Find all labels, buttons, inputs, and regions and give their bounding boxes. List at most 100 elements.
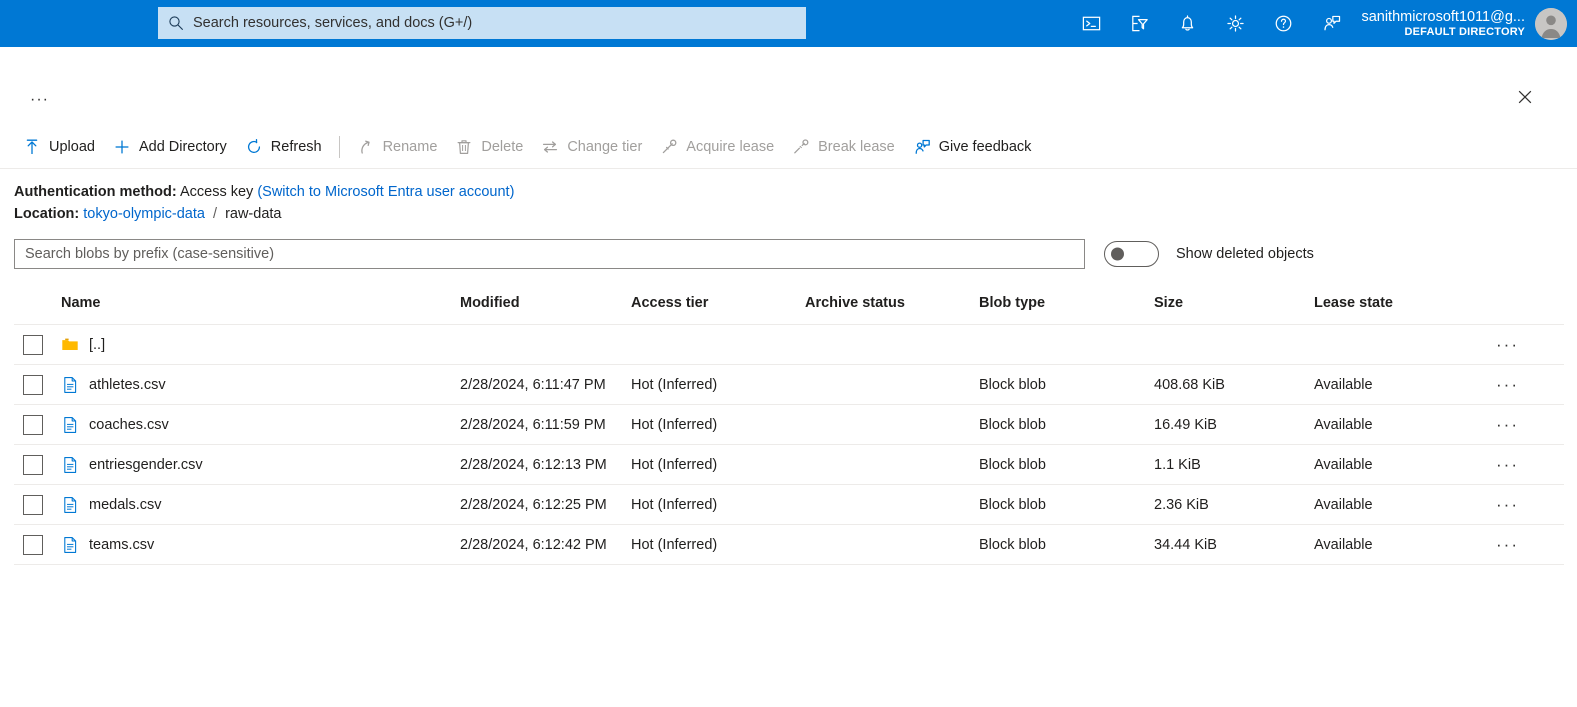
blob-prefix-search-input[interactable]	[14, 239, 1085, 269]
column-header-modified[interactable]: Modified	[460, 295, 631, 325]
global-search-box[interactable]: Search resources, services, and docs (G+…	[158, 7, 806, 39]
row-name[interactable]: medals.csv	[89, 497, 162, 513]
row-size	[1154, 324, 1314, 365]
delete-label: Delete	[481, 138, 524, 155]
blob-table-container: Name Modified Access tier Archive status…	[0, 295, 1577, 565]
help-question-icon[interactable]	[1259, 0, 1307, 47]
select-all-header	[14, 295, 61, 325]
row-more-options-icon[interactable]: ···	[1494, 495, 1519, 514]
row-lease-state: Available	[1314, 484, 1494, 525]
row-more-options-icon[interactable]: ···	[1494, 335, 1519, 354]
authentication-method-label: Authentication method:	[14, 184, 177, 200]
add-directory-button[interactable]: Add Directory	[104, 129, 236, 165]
search-icon	[168, 15, 184, 31]
row-name[interactable]: [..]	[89, 337, 105, 353]
row-menu-cell: ···	[1494, 484, 1564, 525]
blade-breadcrumb-more[interactable]: ···	[30, 92, 49, 108]
row-name[interactable]: entriesgender.csv	[89, 457, 203, 473]
row-modified: 2/28/2024, 6:12:42 PM	[460, 524, 631, 565]
row-checkbox[interactable]	[23, 534, 43, 555]
change-tier-label: Change tier	[567, 138, 643, 155]
lease-key-icon	[660, 138, 678, 156]
show-deleted-objects-toggle[interactable]	[1104, 241, 1159, 267]
notifications-bell-icon[interactable]	[1163, 0, 1211, 47]
location-container-link[interactable]: tokyo-olympic-data	[83, 206, 205, 222]
break-lease-button[interactable]: Break lease	[783, 129, 904, 165]
settings-gear-icon[interactable]	[1211, 0, 1259, 47]
row-name-cell: athletes.csv	[61, 364, 460, 405]
blob-container-blade: ··· Upload Add Directory Refresh Rename …	[0, 47, 1577, 565]
give-feedback-button[interactable]: Give feedback	[904, 129, 1041, 165]
add-directory-label: Add Directory	[138, 138, 227, 155]
column-header-access-tier[interactable]: Access tier	[631, 295, 805, 325]
refresh-button[interactable]: Refresh	[236, 129, 331, 165]
change-tier-button[interactable]: Change tier	[532, 129, 651, 165]
acquire-lease-button[interactable]: Acquire lease	[651, 129, 783, 165]
row-name-cell: coaches.csv	[61, 404, 460, 445]
row-modified: 2/28/2024, 6:12:25 PM	[460, 484, 631, 525]
row-modified: 2/28/2024, 6:11:47 PM	[460, 364, 631, 405]
row-blob-type: Block blob	[979, 484, 1154, 525]
row-archive-status	[805, 444, 979, 485]
row-more-options-icon[interactable]: ···	[1494, 455, 1519, 474]
table-row[interactable]: coaches.csv 2/28/2024, 6:11:59 PM Hot (I…	[14, 404, 1564, 445]
rename-button[interactable]: Rename	[348, 129, 447, 165]
location-separator: /	[213, 206, 218, 222]
blade-header: ···	[0, 47, 1577, 111]
row-checkbox[interactable]	[23, 494, 43, 515]
cloud-shell-icon[interactable]	[1067, 0, 1115, 47]
account-menu[interactable]: sanithmicrosoft1011@g... DEFAULT DIRECTO…	[1361, 0, 1567, 47]
column-header-name[interactable]: Name	[61, 295, 460, 325]
row-size: 34.44 KiB	[1154, 524, 1314, 565]
table-row[interactable]: teams.csv 2/28/2024, 6:12:42 PM Hot (Inf…	[14, 524, 1564, 565]
directories-subscriptions-icon[interactable]	[1115, 0, 1163, 47]
row-name[interactable]: athletes.csv	[89, 377, 166, 393]
row-name[interactable]: teams.csv	[89, 537, 154, 553]
row-more-options-icon[interactable]: ···	[1494, 375, 1519, 394]
row-lease-state	[1314, 324, 1494, 365]
row-access-tier: Hot (Inferred)	[631, 484, 805, 525]
toggle-knob	[1111, 247, 1124, 261]
avatar[interactable]	[1535, 7, 1567, 40]
row-archive-status	[805, 404, 979, 445]
column-header-lease-state[interactable]: Lease state	[1314, 295, 1494, 325]
row-size: 16.49 KiB	[1154, 404, 1314, 445]
show-deleted-objects-label: Show deleted objects	[1176, 246, 1314, 262]
row-menu-cell: ···	[1494, 364, 1564, 405]
close-icon[interactable]	[1511, 83, 1539, 111]
row-checkbox[interactable]	[23, 454, 43, 475]
acquire-lease-label: Acquire lease	[686, 138, 775, 155]
upload-button[interactable]: Upload	[14, 129, 104, 165]
trash-icon	[455, 138, 473, 156]
row-lease-state: Available	[1314, 404, 1494, 445]
row-more-options-icon[interactable]: ···	[1494, 415, 1519, 434]
row-lease-state: Available	[1314, 524, 1494, 565]
break-lease-icon	[792, 138, 810, 156]
table-row[interactable]: [..] ···	[14, 324, 1564, 365]
table-row[interactable]: athletes.csv 2/28/2024, 6:11:47 PM Hot (…	[14, 364, 1564, 405]
row-checkbox[interactable]	[23, 414, 43, 435]
column-header-archive-status[interactable]: Archive status	[805, 295, 979, 325]
row-checkbox[interactable]	[23, 374, 43, 395]
filter-row: Show deleted objects	[0, 225, 1577, 269]
feedback-person-icon[interactable]	[1307, 0, 1355, 47]
row-access-tier: Hot (Inferred)	[631, 444, 805, 485]
row-blob-type: Block blob	[979, 404, 1154, 445]
row-more-options-icon[interactable]: ···	[1494, 535, 1519, 554]
row-name[interactable]: coaches.csv	[89, 417, 169, 433]
column-header-size[interactable]: Size	[1154, 295, 1314, 325]
switch-to-entra-link[interactable]: (Switch to Microsoft Entra user account)	[257, 184, 514, 200]
file-csv-icon	[61, 376, 79, 394]
file-csv-icon	[61, 496, 79, 514]
table-row[interactable]: entriesgender.csv 2/28/2024, 6:12:13 PM …	[14, 444, 1564, 485]
row-checkbox[interactable]	[23, 334, 43, 355]
column-header-blob-type[interactable]: Blob type	[979, 295, 1154, 325]
table-row[interactable]: medals.csv 2/28/2024, 6:12:25 PM Hot (In…	[14, 484, 1564, 525]
row-name-cell: medals.csv	[61, 484, 460, 525]
break-lease-label: Break lease	[818, 138, 895, 155]
delete-button[interactable]: Delete	[446, 129, 532, 165]
rename-arc-icon	[357, 138, 375, 156]
refresh-label: Refresh	[270, 138, 322, 155]
row-lease-state: Available	[1314, 444, 1494, 485]
row-checkbox-cell	[14, 364, 61, 405]
